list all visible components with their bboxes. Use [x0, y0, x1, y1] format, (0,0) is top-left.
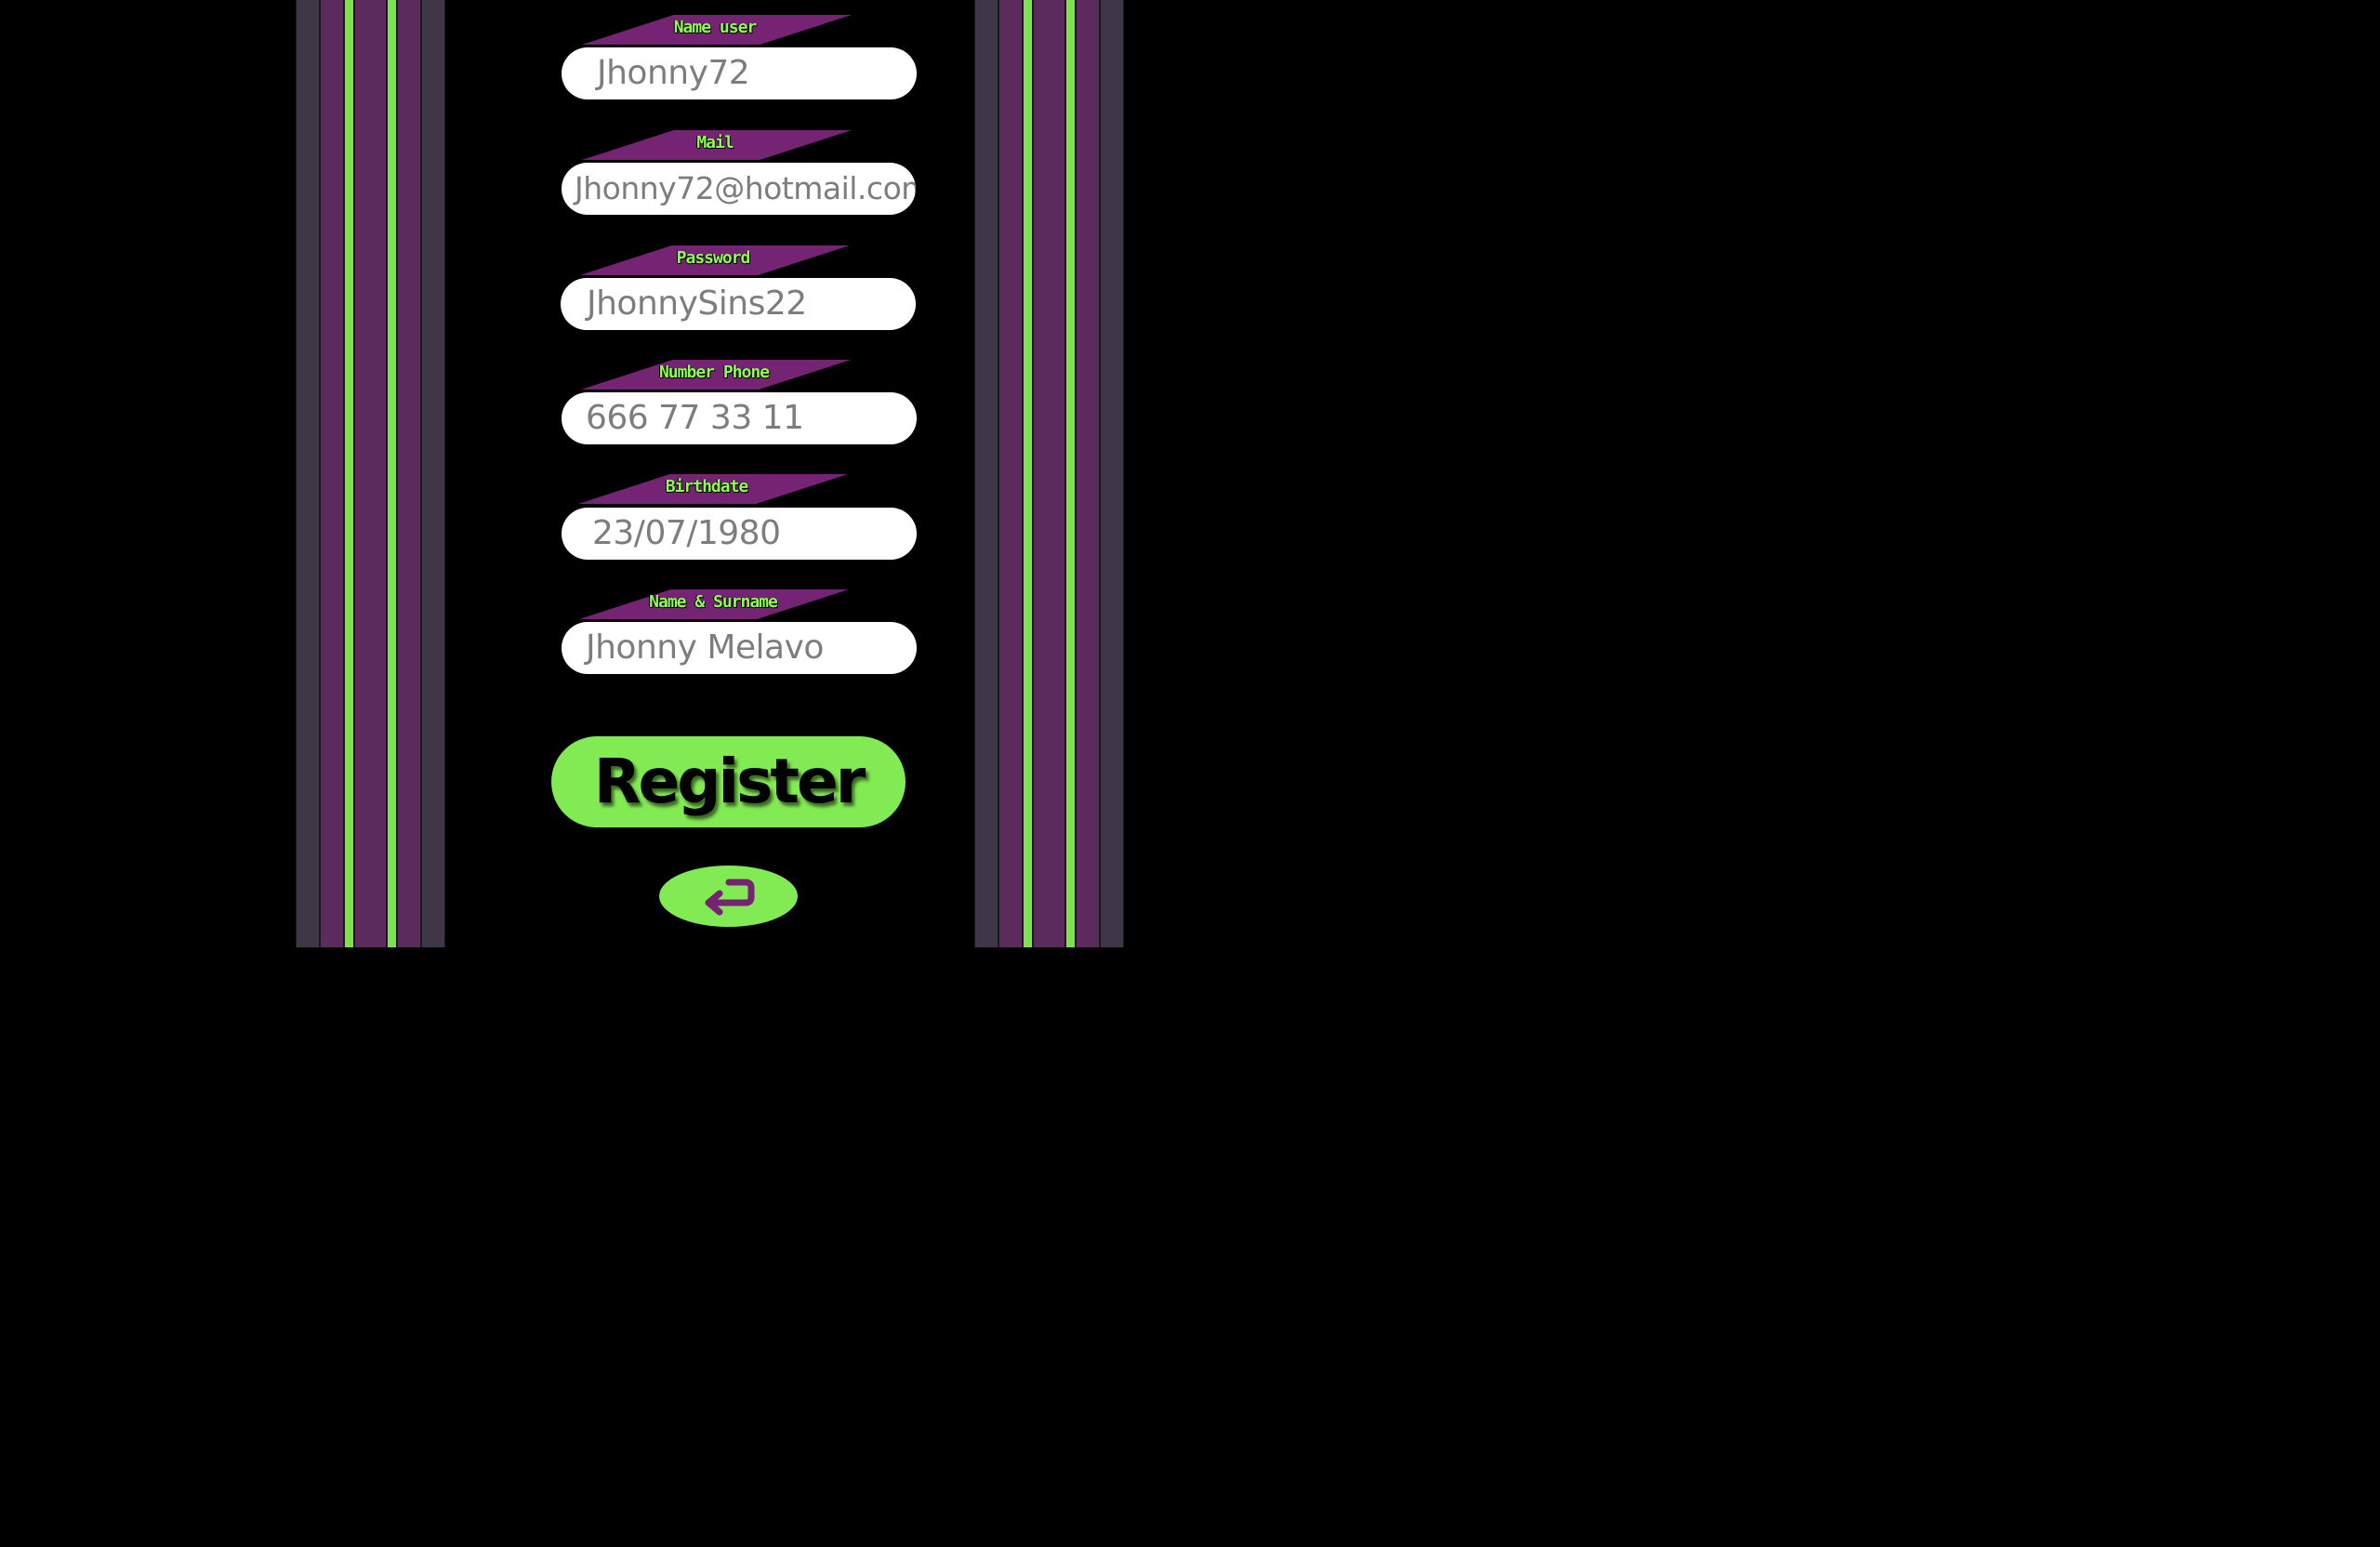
left-stripe-decoration — [296, 0, 450, 947]
name-surname-label: Name & Surname — [649, 592, 778, 612]
mail-input[interactable]: Jhonny72@hotmail.com — [562, 163, 916, 215]
number-phone-input[interactable]: 666 77 33 11 — [562, 392, 917, 444]
name-surname-input[interactable]: Jhonny Melavo — [562, 622, 917, 674]
birthdate-label: Birthdate — [665, 477, 749, 496]
right-stripe-decoration — [974, 0, 1129, 947]
number-phone-label: Number Phone — [658, 363, 770, 382]
return-arrow-icon — [703, 877, 755, 916]
register-button[interactable]: Register — [551, 736, 906, 827]
birthdate-input[interactable]: 23/07/1980 — [562, 508, 917, 560]
name-user-label: Name user — [673, 18, 758, 37]
mail-label: Mail — [696, 133, 734, 152]
password-label: Password — [676, 248, 751, 268]
name-user-input[interactable]: Jhonny72 — [562, 47, 917, 99]
password-input[interactable]: JhonnySins22 — [561, 278, 916, 330]
back-button[interactable] — [659, 866, 798, 927]
